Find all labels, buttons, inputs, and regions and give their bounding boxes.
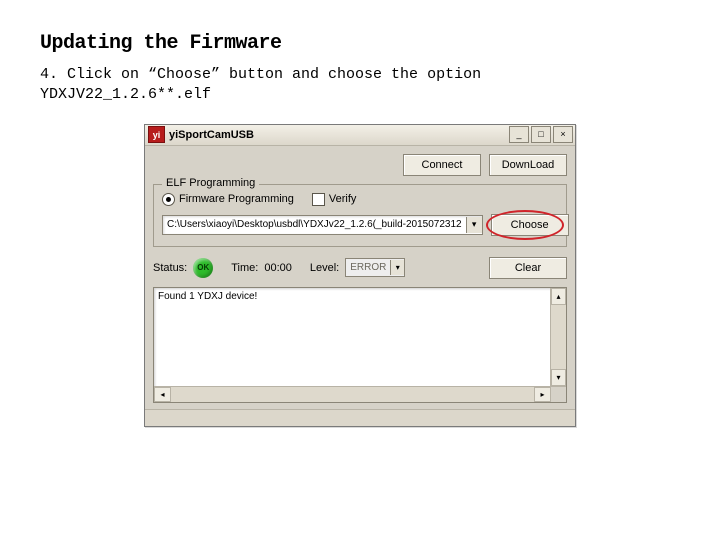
connect-button[interactable]: Connect — [403, 154, 481, 176]
scroll-track[interactable] — [171, 387, 534, 402]
scroll-left-icon[interactable]: ◂ — [154, 387, 171, 402]
close-button[interactable]: × — [553, 126, 573, 143]
firmware-radio-label: Firmware Programming — [179, 193, 294, 205]
scroll-track[interactable] — [551, 305, 566, 369]
instruction-step: 4. Click on “Choose” button and choose t… — [40, 65, 580, 106]
checkbox-icon — [312, 193, 325, 206]
maximize-button[interactable]: □ — [531, 126, 551, 143]
status-label: Status: — [153, 262, 187, 274]
scroll-corner — [550, 386, 566, 402]
firmware-radio-option[interactable]: Firmware Programming — [162, 193, 294, 206]
vertical-scrollbar[interactable]: ▴ ▾ — [550, 288, 566, 386]
verify-checkbox-label: Verify — [329, 193, 357, 205]
page-heading: Updating the Firmware — [40, 32, 680, 55]
titlebar[interactable]: yi yiSportCamUSB _ □ × — [145, 125, 575, 146]
time-label: Time: — [231, 262, 258, 274]
status-ok-badge: OK — [193, 258, 213, 278]
level-label: Level: — [310, 262, 339, 274]
elf-path-value: C:\Users\xiaoyi\Desktop\usbdl\YDXJv22_1.… — [163, 219, 466, 230]
verify-checkbox[interactable]: Verify — [312, 193, 357, 206]
time-value: 00:00 — [264, 262, 292, 274]
elf-programming-group: ELF Programming Firmware Programming Ver… — [153, 184, 567, 247]
scroll-right-icon[interactable]: ▸ — [534, 387, 551, 402]
chevron-down-icon[interactable]: ▾ — [466, 217, 482, 233]
radio-icon — [162, 193, 175, 206]
horizontal-scrollbar[interactable]: ◂ ▸ — [154, 386, 551, 402]
elf-path-combobox[interactable]: C:\Users\xiaoyi\Desktop\usbdl\YDXJv22_1.… — [162, 215, 483, 235]
choose-button[interactable]: Choose — [491, 214, 569, 236]
clear-button[interactable]: Clear — [489, 257, 567, 279]
log-line: Found 1 YDXJ device! — [158, 291, 257, 302]
level-select-value: ERROR — [346, 262, 390, 273]
download-button[interactable]: DownLoad — [489, 154, 567, 176]
chevron-down-icon[interactable]: ▾ — [390, 260, 404, 275]
group-legend: ELF Programming — [162, 177, 259, 189]
app-window: yi yiSportCamUSB _ □ × Connect DownLoad … — [144, 124, 576, 427]
window-title: yiSportCamUSB — [169, 129, 509, 141]
level-select[interactable]: ERROR ▾ — [345, 258, 405, 277]
log-output[interactable]: Found 1 YDXJ device! ▴ ▾ ◂ ▸ — [153, 287, 567, 403]
scroll-down-icon[interactable]: ▾ — [551, 369, 566, 386]
app-icon: yi — [148, 126, 165, 143]
minimize-button[interactable]: _ — [509, 126, 529, 143]
scroll-up-icon[interactable]: ▴ — [551, 288, 566, 305]
window-statusbar — [145, 409, 575, 426]
